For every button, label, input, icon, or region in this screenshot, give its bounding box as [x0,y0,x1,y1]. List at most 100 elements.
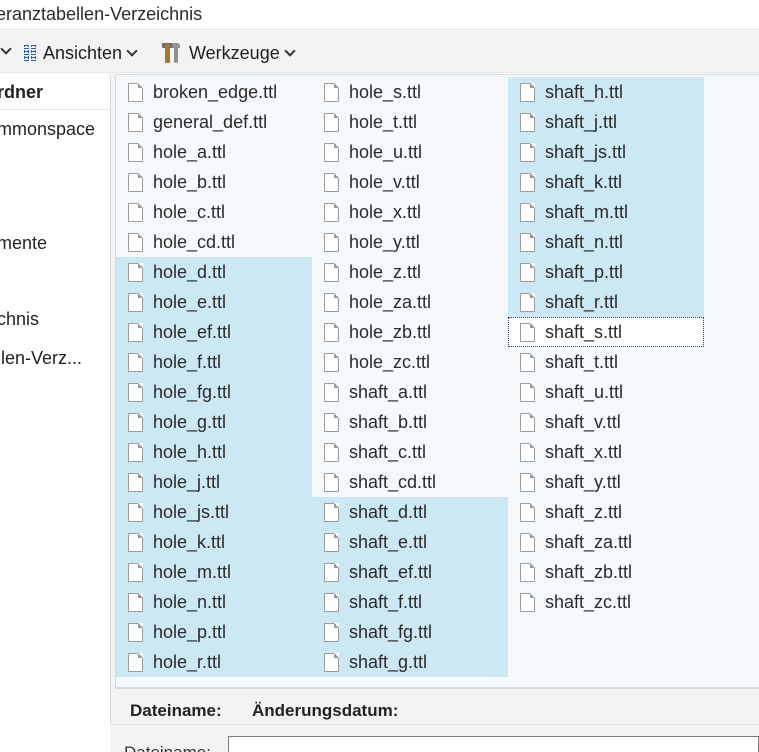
document-icon [128,472,143,492]
file-item[interactable]: shaft_js.ttl [508,137,704,167]
document-icon [324,442,339,462]
file-item[interactable]: shaft_m.ttl [508,197,704,227]
file-item[interactable]: shaft_s.ttl [508,317,704,347]
file-item[interactable]: hole_js.ttl [116,497,312,527]
tools-icon [162,43,182,63]
nav-item[interactable]: llen-Verz... [0,348,82,369]
file-name: shaft_k.ttl [545,171,623,192]
file-name: shaft_s.ttl [545,321,623,342]
file-item[interactable]: shaft_t.ttl [508,347,704,377]
file-item[interactable]: hole_cd.ttl [116,227,312,257]
file-item[interactable]: shaft_za.ttl [508,527,704,557]
file-item[interactable]: hole_t.ttl [312,107,508,137]
document-icon [324,112,339,132]
nav-item[interactable]: mmonspace [0,119,95,140]
file-item[interactable]: general_def.ttl [116,107,312,137]
file-item[interactable]: hole_zc.ttl [312,347,508,377]
file-item[interactable]: shaft_cd.ttl [312,467,508,497]
file-item[interactable]: shaft_e.ttl [312,527,508,557]
file-name: hole_y.ttl [349,231,420,252]
file-item[interactable]: hole_u.ttl [312,137,508,167]
document-icon [128,502,143,522]
document-icon [128,622,143,642]
document-icon [324,412,339,432]
file-name: hole_c.ttl [153,201,226,222]
file-item[interactable]: shaft_p.ttl [508,257,704,287]
file-item[interactable]: hole_z.ttl [312,257,508,287]
file-item[interactable]: shaft_ef.ttl [312,557,508,587]
file-item[interactable]: hole_g.ttl [116,407,312,437]
nav-item[interactable]: chnis [0,309,39,330]
file-name: shaft_g.ttl [349,651,428,672]
file-item[interactable]: hole_f.ttl [116,347,312,377]
file-item[interactable]: hole_za.ttl [312,287,508,317]
file-item[interactable]: hole_k.ttl [116,527,312,557]
tools-button[interactable]: Werkzeuge [162,41,296,65]
file-item[interactable]: shaft_zc.ttl [508,587,704,617]
file-item[interactable]: shaft_k.ttl [508,167,704,197]
file-item[interactable]: hole_v.ttl [312,167,508,197]
file-name: hole_s.ttl [349,81,422,102]
file-item[interactable]: hole_fg.ttl [116,377,312,407]
file-item[interactable]: shaft_j.ttl [508,107,704,137]
file-item[interactable]: hole_r.ttl [116,647,312,677]
file-name: hole_f.ttl [153,351,222,372]
file-item[interactable]: shaft_c.ttl [312,437,508,467]
file-item[interactable]: hole_a.ttl [116,137,312,167]
file-name: hole_t.ttl [349,111,418,132]
file-item[interactable]: hole_zb.ttl [312,317,508,347]
file-item[interactable]: hole_m.ttl [116,557,312,587]
views-button[interactable]: Ansichten [24,41,138,65]
document-icon [128,262,143,282]
file-name: hole_b.ttl [153,171,227,192]
file-name: broken_edge.ttl [153,81,278,102]
document-icon [128,112,143,132]
file-name: shaft_zb.ttl [545,561,633,582]
toolbar: Ansichten Werkzeuge [0,31,759,73]
file-item[interactable]: shaft_u.ttl [508,377,704,407]
file-item[interactable]: hole_j.ttl [116,467,312,497]
file-list[interactable]: broken_edge.ttl general_def.ttl hole_a.ttl… [115,74,759,688]
document-icon [128,292,143,312]
file-name: hole_js.ttl [153,501,230,522]
file-name: hole_a.ttl [153,141,227,162]
document-icon [520,412,535,432]
file-item[interactable]: hole_p.ttl [116,617,312,647]
file-item[interactable]: shaft_r.ttl [508,287,704,317]
file-item[interactable]: broken_edge.ttl [116,77,312,107]
file-item[interactable]: hole_b.ttl [116,167,312,197]
file-name: hole_x.ttl [349,201,422,222]
file-item[interactable]: hole_x.ttl [312,197,508,227]
file-item[interactable]: shaft_zb.ttl [508,557,704,587]
file-item[interactable]: shaft_x.ttl [508,437,704,467]
file-item[interactable]: shaft_fg.ttl [312,617,508,647]
file-item[interactable]: hole_s.ttl [312,77,508,107]
file-item[interactable]: hole_ef.ttl [116,317,312,347]
file-item[interactable]: hole_y.ttl [312,227,508,257]
file-item[interactable]: shaft_g.ttl [312,647,508,677]
file-item[interactable]: shaft_b.ttl [312,407,508,437]
document-icon [128,172,143,192]
details-name-label: Dateiname: [130,701,222,720]
details-date-label: Änderungsdatum: [252,701,399,720]
filename-input[interactable] [228,736,759,752]
file-item[interactable]: shaft_h.ttl [508,77,704,107]
file-item[interactable]: hole_h.ttl [116,437,312,467]
nav-item[interactable]: mente [0,233,47,254]
chevron-down-icon[interactable] [0,43,12,55]
file-item[interactable]: shaft_z.ttl [508,497,704,527]
file-item[interactable]: shaft_d.ttl [312,497,508,527]
filename-row: Dateiname: [110,724,759,752]
document-icon [324,172,339,192]
file-item[interactable]: hole_d.ttl [116,257,312,287]
file-item[interactable]: shaft_v.ttl [508,407,704,437]
file-item[interactable]: shaft_y.ttl [508,467,704,497]
file-item[interactable]: hole_c.ttl [116,197,312,227]
file-item[interactable]: shaft_n.ttl [508,227,704,257]
file-item[interactable]: shaft_a.ttl [312,377,508,407]
file-item[interactable]: hole_e.ttl [116,287,312,317]
document-icon [520,532,535,552]
file-item[interactable]: hole_n.ttl [116,587,312,617]
document-icon [324,82,339,102]
file-item[interactable]: shaft_f.ttl [312,587,508,617]
